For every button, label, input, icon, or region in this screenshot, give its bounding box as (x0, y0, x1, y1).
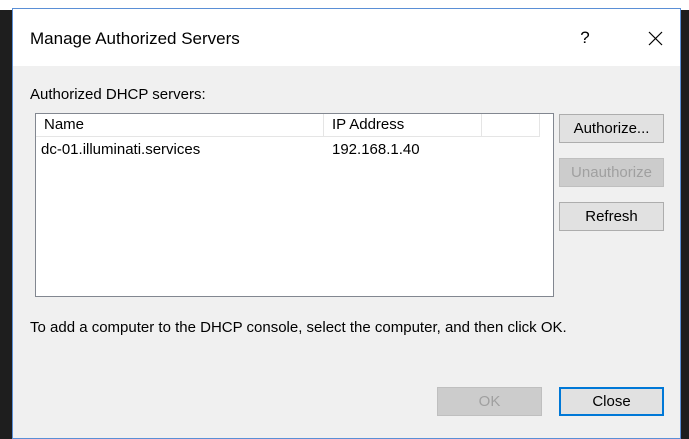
instruction-text: To add a computer to the DHCP console, s… (30, 319, 567, 336)
title-bar[interactable]: Manage Authorized Servers ? (13, 9, 680, 66)
list-header: Name IP Address (36, 114, 553, 138)
column-header-ip-address[interactable]: IP Address (324, 114, 482, 137)
unauthorize-button[interactable]: Unauthorize (559, 158, 664, 187)
list-caption: Authorized DHCP servers: (30, 86, 206, 103)
authorized-servers-list[interactable]: Name IP Address dc-01.illuminati.service… (35, 113, 554, 297)
column-header-empty[interactable] (482, 114, 540, 137)
authorize-button[interactable]: Authorize... (559, 114, 664, 143)
ok-button[interactable]: OK (437, 387, 542, 416)
column-header-name[interactable]: Name (36, 114, 324, 137)
manage-authorized-servers-dialog: Manage Authorized Servers ? Authorized D… (12, 8, 681, 439)
server-ip: 192.168.1.40 (332, 141, 420, 158)
list-item[interactable]: dc-01.illuminati.services 192.168.1.40 (36, 141, 482, 158)
help-button[interactable]: ? (567, 21, 603, 55)
close-window-button[interactable] (637, 21, 673, 55)
server-name: dc-01.illuminati.services (41, 141, 201, 158)
close-button[interactable]: Close (559, 387, 664, 416)
close-icon (648, 31, 662, 46)
refresh-button[interactable]: Refresh (559, 202, 664, 231)
dialog-title: Manage Authorized Servers (30, 29, 240, 48)
